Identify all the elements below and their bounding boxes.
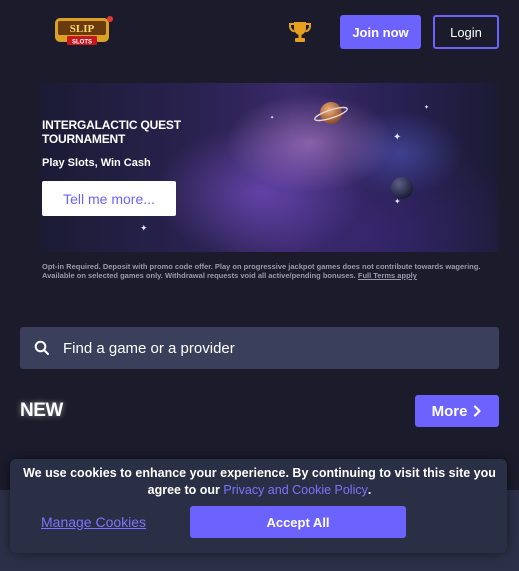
star-icon: ✦ xyxy=(140,223,148,233)
star-icon: ✦ xyxy=(424,105,430,111)
privacy-policy-link[interactable]: Privacy and Cookie Policy xyxy=(223,483,368,497)
search-input[interactable] xyxy=(63,327,483,369)
dark-planet-icon xyxy=(389,175,415,201)
cookie-text-after: . xyxy=(367,483,372,497)
cookie-banner: We use cookies to enhance your experienc… xyxy=(10,459,507,553)
banner-subtitle: Play Slots, Win Cash xyxy=(42,157,151,169)
login-button[interactable]: Login xyxy=(433,15,499,49)
chevron-right-icon xyxy=(474,405,482,417)
accept-all-button[interactable]: Accept All xyxy=(190,506,406,538)
promo-banner[interactable]: ✦ ✦ ✦ ✦ ✦ INTERGALACTIC QUEST TOURNAMENT… xyxy=(40,83,499,252)
join-now-button[interactable]: Join now xyxy=(340,15,421,49)
search-bar[interactable] xyxy=(20,327,499,369)
manage-cookies-link[interactable]: Manage Cookies xyxy=(41,514,146,530)
star-icon: ✦ xyxy=(393,132,402,143)
tell-me-more-button[interactable]: Tell me more... xyxy=(42,181,176,216)
header: SLIP SLOTS Join now Login xyxy=(0,0,519,64)
logo-text-bottom: SLOTS xyxy=(72,40,92,46)
more-button-label: More xyxy=(431,402,468,420)
cookie-message: We use cookies to enhance your experienc… xyxy=(22,465,497,499)
full-terms-link[interactable]: Full Terms apply xyxy=(358,271,417,280)
search-icon xyxy=(34,340,50,356)
logo-text-top: SLIP xyxy=(70,23,95,35)
slip-slots-logo[interactable]: SLIP SLOTS xyxy=(53,14,113,48)
ringed-planet-icon xyxy=(313,95,349,131)
terms-text: Opt-in Required. Deposit with promo code… xyxy=(42,262,482,280)
banner-title: INTERGALACTIC QUEST TOURNAMENT xyxy=(42,118,181,146)
star-icon: ✦ xyxy=(270,115,275,121)
more-button[interactable]: More xyxy=(415,395,499,427)
trophy-icon[interactable] xyxy=(289,20,311,44)
new-section-title: NEW xyxy=(20,400,63,421)
